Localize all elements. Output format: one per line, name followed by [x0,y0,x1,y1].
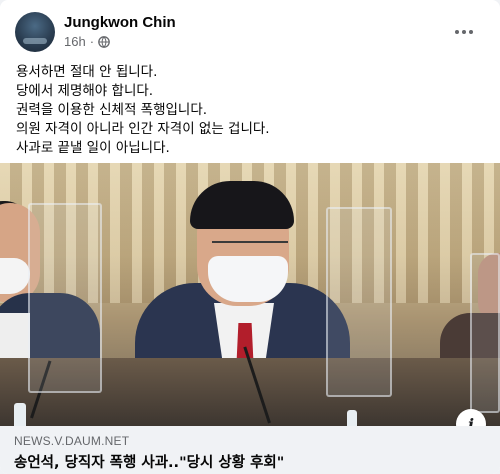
post-text-line: 용서하면 절대 안 됩니다. [16,64,158,80]
plexiglass-divider [326,207,392,397]
link-preview-image[interactable]: i [0,163,500,426]
sanitizer-bottle [14,403,26,426]
plexiglass-divider [470,253,500,413]
post-meta: 16h · [64,34,110,49]
post-text-line: 의원 자격이 아니라 인간 자격이 없는 겁니다. [16,121,270,137]
sanitizer-bottle [347,410,357,426]
author-name[interactable]: Jungkwon Chin [64,14,176,31]
main-person-mask [208,256,288,302]
facebook-post: Jungkwon Chin 16h · 용서하면 절대 안 됩니다. 당에서 제… [0,0,500,474]
post-text-line: 권력을 이용한 신체적 폭행입니다. [16,102,208,118]
post-text: 용서하면 절대 안 됩니다. 당에서 제명해야 합니다. 권력을 이용한 신체적… [16,63,486,158]
avatar[interactable] [15,12,55,52]
link-preview-footer[interactable]: NEWS.V.DAUM.NET 송언석, 당직자 폭행 사과.."당시 상황 후… [0,426,500,474]
meta-separator: · [89,34,95,49]
link-domain: NEWS.V.DAUM.NET [14,434,130,448]
link-title[interactable]: 송언석, 당직자 폭행 사과.."당시 상황 후회" [14,451,284,472]
post-timestamp[interactable]: 16h [64,34,86,49]
more-options-icon[interactable] [448,18,480,46]
post-header: Jungkwon Chin 16h · [0,0,500,58]
globe-icon[interactable] [98,35,110,48]
main-person-glasses [212,241,288,255]
plexiglass-divider [28,203,102,393]
post-text-line: 사과로 끝낼 일이 아닙니다. [16,140,170,156]
post-text-line: 당에서 제명해야 합니다. [16,83,154,99]
